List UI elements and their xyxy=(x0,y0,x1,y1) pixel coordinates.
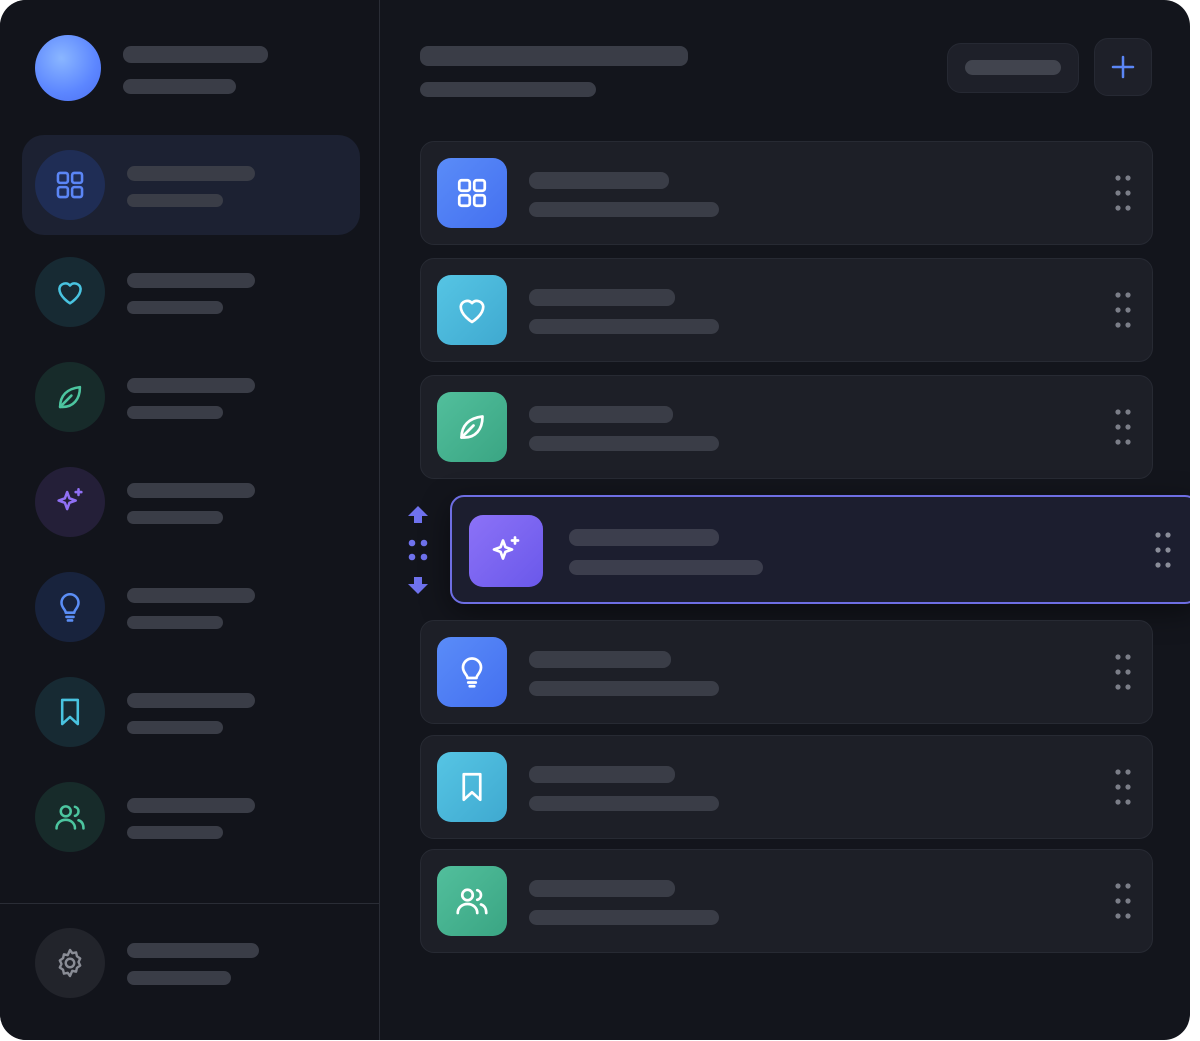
page-subtitle-placeholder xyxy=(420,82,596,97)
reorder-arrows-icon xyxy=(408,506,428,594)
list-item-leaf[interactable] xyxy=(420,375,1153,479)
sidebar-item-subtitle-placeholder xyxy=(127,616,223,629)
settings-subtitle-placeholder xyxy=(127,971,231,985)
list-item-subtitle-placeholder xyxy=(529,319,719,334)
list-item-subtitle-placeholder xyxy=(529,436,719,451)
sidebar-item-subtitle-placeholder xyxy=(127,406,223,419)
list-item-title-placeholder xyxy=(529,289,675,306)
header-action-button[interactable] xyxy=(947,43,1079,93)
sidebar-item-title-placeholder xyxy=(127,588,255,603)
sidebar-item-leaf[interactable] xyxy=(22,347,360,447)
users-icon xyxy=(35,782,105,852)
sidebar-item-title-placeholder xyxy=(127,798,255,813)
profile-name-placeholder xyxy=(123,46,268,63)
drag-handle-icon[interactable] xyxy=(1114,882,1132,920)
list-item-subtitle-placeholder xyxy=(529,796,719,811)
list-item-bookmark[interactable] xyxy=(420,735,1153,839)
list-item-sparkle-dragging[interactable] xyxy=(450,495,1190,604)
sidebar-item-sparkle[interactable] xyxy=(22,452,360,552)
sidebar-item-subtitle-placeholder xyxy=(127,194,223,207)
lightbulb-icon xyxy=(437,637,507,707)
main-panel xyxy=(380,0,1190,1040)
grid-icon xyxy=(35,150,105,220)
sidebar-item-subtitle-placeholder xyxy=(127,511,223,524)
list-item-title-placeholder xyxy=(529,172,669,189)
sidebar-item-title-placeholder xyxy=(127,378,255,393)
sidebar-item-grid[interactable] xyxy=(22,135,360,235)
drag-handle-icon[interactable] xyxy=(1114,408,1132,446)
leaf-icon xyxy=(35,362,105,432)
list-item-subtitle-placeholder xyxy=(529,202,719,217)
drag-handle-icon[interactable] xyxy=(1154,531,1172,569)
sparkle-icon xyxy=(35,467,105,537)
settings-title-placeholder xyxy=(127,943,259,958)
heart-icon xyxy=(35,257,105,327)
sidebar xyxy=(0,0,380,1040)
lightbulb-icon xyxy=(35,572,105,642)
sidebar-item-title-placeholder xyxy=(127,693,255,708)
sidebar-item-subtitle-placeholder xyxy=(127,301,223,314)
list-item-users[interactable] xyxy=(420,849,1153,953)
sidebar-divider xyxy=(0,903,380,904)
sidebar-item-subtitle-placeholder xyxy=(127,826,223,839)
list-item-heart[interactable] xyxy=(420,258,1153,362)
list-item-title-placeholder xyxy=(529,651,671,668)
sidebar-item-title-placeholder xyxy=(127,273,255,288)
sidebar-item-users[interactable] xyxy=(22,767,360,867)
profile-subtitle-placeholder xyxy=(123,79,236,94)
header-action-label-placeholder xyxy=(965,60,1061,75)
drag-handle-icon[interactable] xyxy=(1114,768,1132,806)
list-item-title-placeholder xyxy=(529,406,673,423)
bookmark-icon xyxy=(35,677,105,747)
sidebar-item-bookmark[interactable] xyxy=(22,662,360,762)
drag-handle-icon[interactable] xyxy=(1114,174,1132,212)
list-item-title-placeholder xyxy=(529,880,675,897)
list-item-subtitle-placeholder xyxy=(569,560,763,575)
list-item-title-placeholder xyxy=(569,529,719,546)
leaf-icon xyxy=(437,392,507,462)
page-title-placeholder xyxy=(420,46,688,66)
add-button[interactable] xyxy=(1094,38,1152,96)
list-item-lightbulb[interactable] xyxy=(420,620,1153,724)
list-item-grid[interactable] xyxy=(420,141,1153,245)
sidebar-item-title-placeholder xyxy=(127,483,255,498)
bookmark-icon xyxy=(437,752,507,822)
sidebar-item-subtitle-placeholder xyxy=(127,721,223,734)
list-item-title-placeholder xyxy=(529,766,675,783)
sidebar-item-lightbulb[interactable] xyxy=(22,557,360,657)
app-window xyxy=(0,0,1190,1040)
sidebar-item-heart[interactable] xyxy=(22,242,360,342)
gear-icon xyxy=(35,928,105,998)
drag-handle-icon[interactable] xyxy=(1114,291,1132,329)
avatar[interactable] xyxy=(35,35,101,101)
users-icon xyxy=(437,866,507,936)
drag-handle-icon[interactable] xyxy=(1114,653,1132,691)
list-item-subtitle-placeholder xyxy=(529,910,719,925)
list-item-subtitle-placeholder xyxy=(529,681,719,696)
grid-icon xyxy=(437,158,507,228)
sidebar-item-title-placeholder xyxy=(127,166,255,181)
heart-icon xyxy=(437,275,507,345)
sidebar-item-settings[interactable] xyxy=(22,915,360,1011)
sparkle-icon xyxy=(469,515,543,587)
plus-icon xyxy=(1111,55,1135,79)
